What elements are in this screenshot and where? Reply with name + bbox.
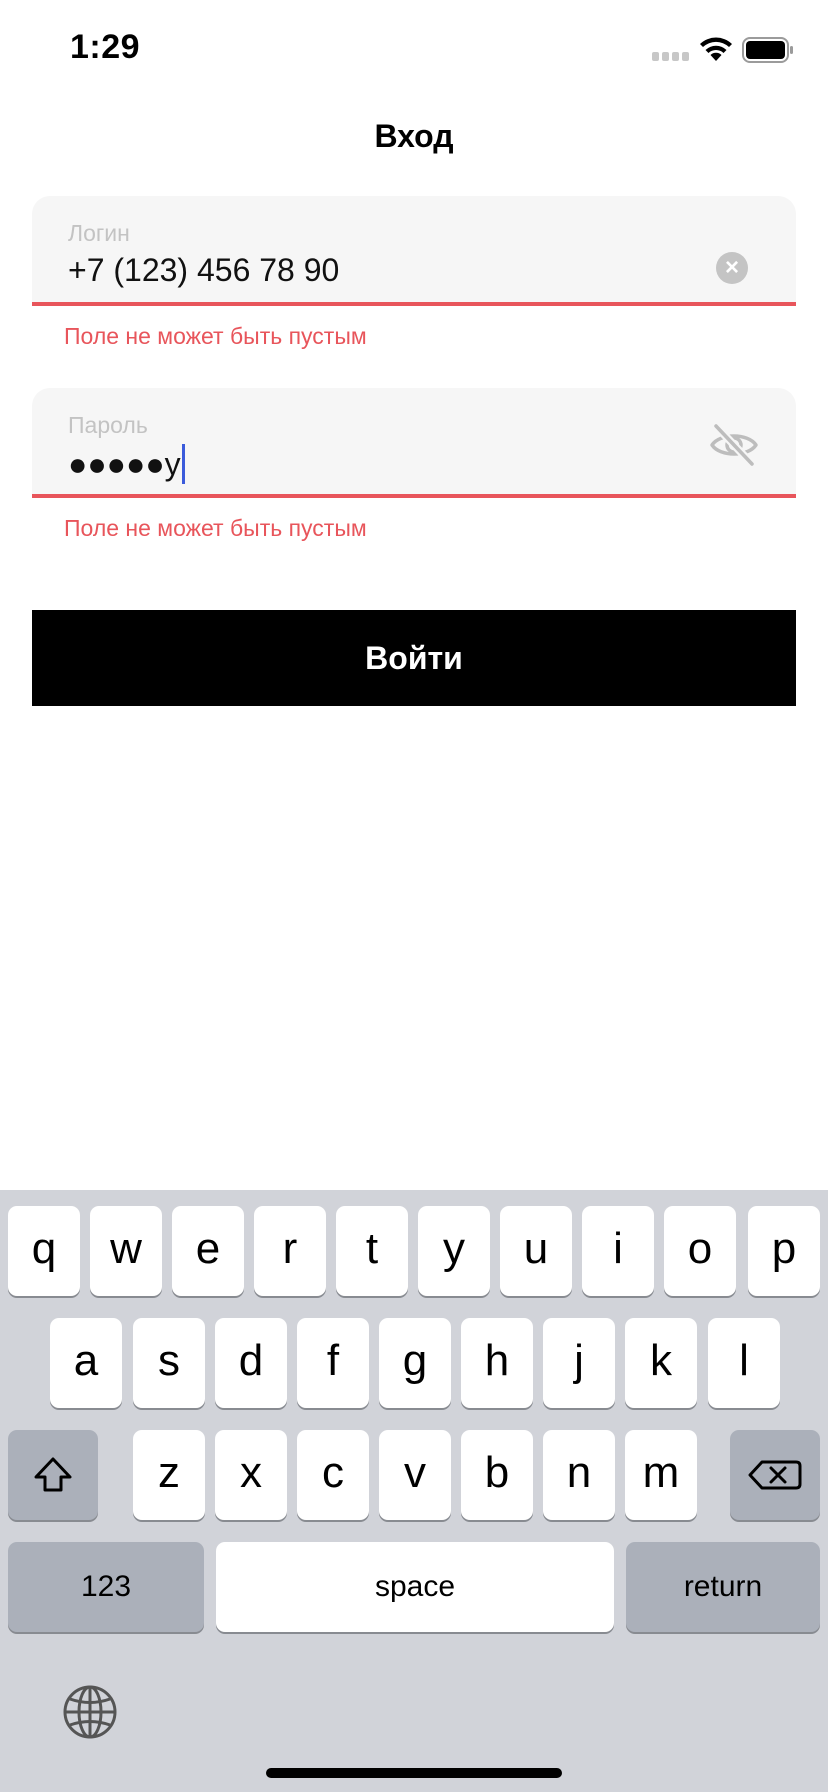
- key-u[interactable]: u: [500, 1206, 572, 1296]
- login-field-label: Логин: [68, 220, 130, 246]
- key-i[interactable]: i: [582, 1206, 654, 1296]
- return-key[interactable]: return: [626, 1542, 820, 1632]
- eye-slash-icon[interactable]: [708, 422, 760, 468]
- page-title: Вход: [374, 118, 454, 154]
- status-time: 1:29: [70, 28, 141, 66]
- key-x[interactable]: x: [215, 1430, 287, 1520]
- key-a[interactable]: a: [50, 1318, 122, 1408]
- key-d[interactable]: d: [215, 1318, 287, 1408]
- key-w[interactable]: w: [90, 1206, 162, 1296]
- wifi-icon: [700, 37, 732, 61]
- key-q[interactable]: q: [8, 1206, 80, 1296]
- key-v[interactable]: v: [379, 1430, 451, 1520]
- key-z[interactable]: z: [133, 1430, 205, 1520]
- login-error-message: Поле не может быть пустым: [64, 323, 367, 349]
- key-r[interactable]: r: [254, 1206, 326, 1296]
- key-c[interactable]: c: [297, 1430, 369, 1520]
- key-f[interactable]: f: [297, 1318, 369, 1408]
- shift-icon: [34, 1457, 72, 1492]
- backspace-key[interactable]: [730, 1430, 820, 1520]
- key-k[interactable]: k: [625, 1318, 697, 1408]
- password-error-message: Поле не может быть пустым: [64, 515, 367, 541]
- status-bar: 1:29: [0, 0, 828, 100]
- key-s[interactable]: s: [133, 1318, 205, 1408]
- space-key[interactable]: space: [216, 1542, 614, 1632]
- key-t[interactable]: t: [336, 1206, 408, 1296]
- key-b[interactable]: b: [461, 1430, 533, 1520]
- key-h[interactable]: h: [461, 1318, 533, 1408]
- key-p[interactable]: p: [748, 1206, 820, 1296]
- key-o[interactable]: o: [664, 1206, 736, 1296]
- battery-icon: [742, 37, 793, 63]
- key-e[interactable]: e: [172, 1206, 244, 1296]
- cellular-signal-icon: [652, 52, 689, 61]
- clear-login-button[interactable]: ×: [716, 252, 748, 284]
- key-m[interactable]: m: [625, 1430, 697, 1520]
- key-l[interactable]: l: [708, 1318, 780, 1408]
- login-field[interactable]: Логин +7 (123) 456 78 90 ×: [32, 196, 796, 306]
- password-input[interactable]: ●●●●●y: [68, 444, 185, 484]
- key-n[interactable]: n: [543, 1430, 615, 1520]
- shift-key[interactable]: [8, 1430, 98, 1520]
- numbers-key[interactable]: 123: [8, 1542, 204, 1632]
- keyboard: q w e r t y u i o p a s d f g h j k l z …: [0, 1190, 828, 1792]
- clear-circle-icon: ×: [724, 254, 739, 281]
- key-g[interactable]: g: [379, 1318, 451, 1408]
- globe-icon[interactable]: [62, 1684, 118, 1740]
- home-indicator: [266, 1768, 562, 1778]
- password-field-label: Пароль: [68, 412, 148, 438]
- login-input[interactable]: +7 (123) 456 78 90: [68, 252, 339, 289]
- text-cursor: [181, 444, 185, 484]
- key-j[interactable]: j: [543, 1318, 615, 1408]
- key-y[interactable]: y: [418, 1206, 490, 1296]
- password-input-text: ●●●●●y: [68, 445, 181, 482]
- backspace-icon: [748, 1460, 802, 1490]
- password-field[interactable]: Пароль ●●●●●y: [32, 388, 796, 498]
- login-button[interactable]: Войти: [32, 610, 796, 706]
